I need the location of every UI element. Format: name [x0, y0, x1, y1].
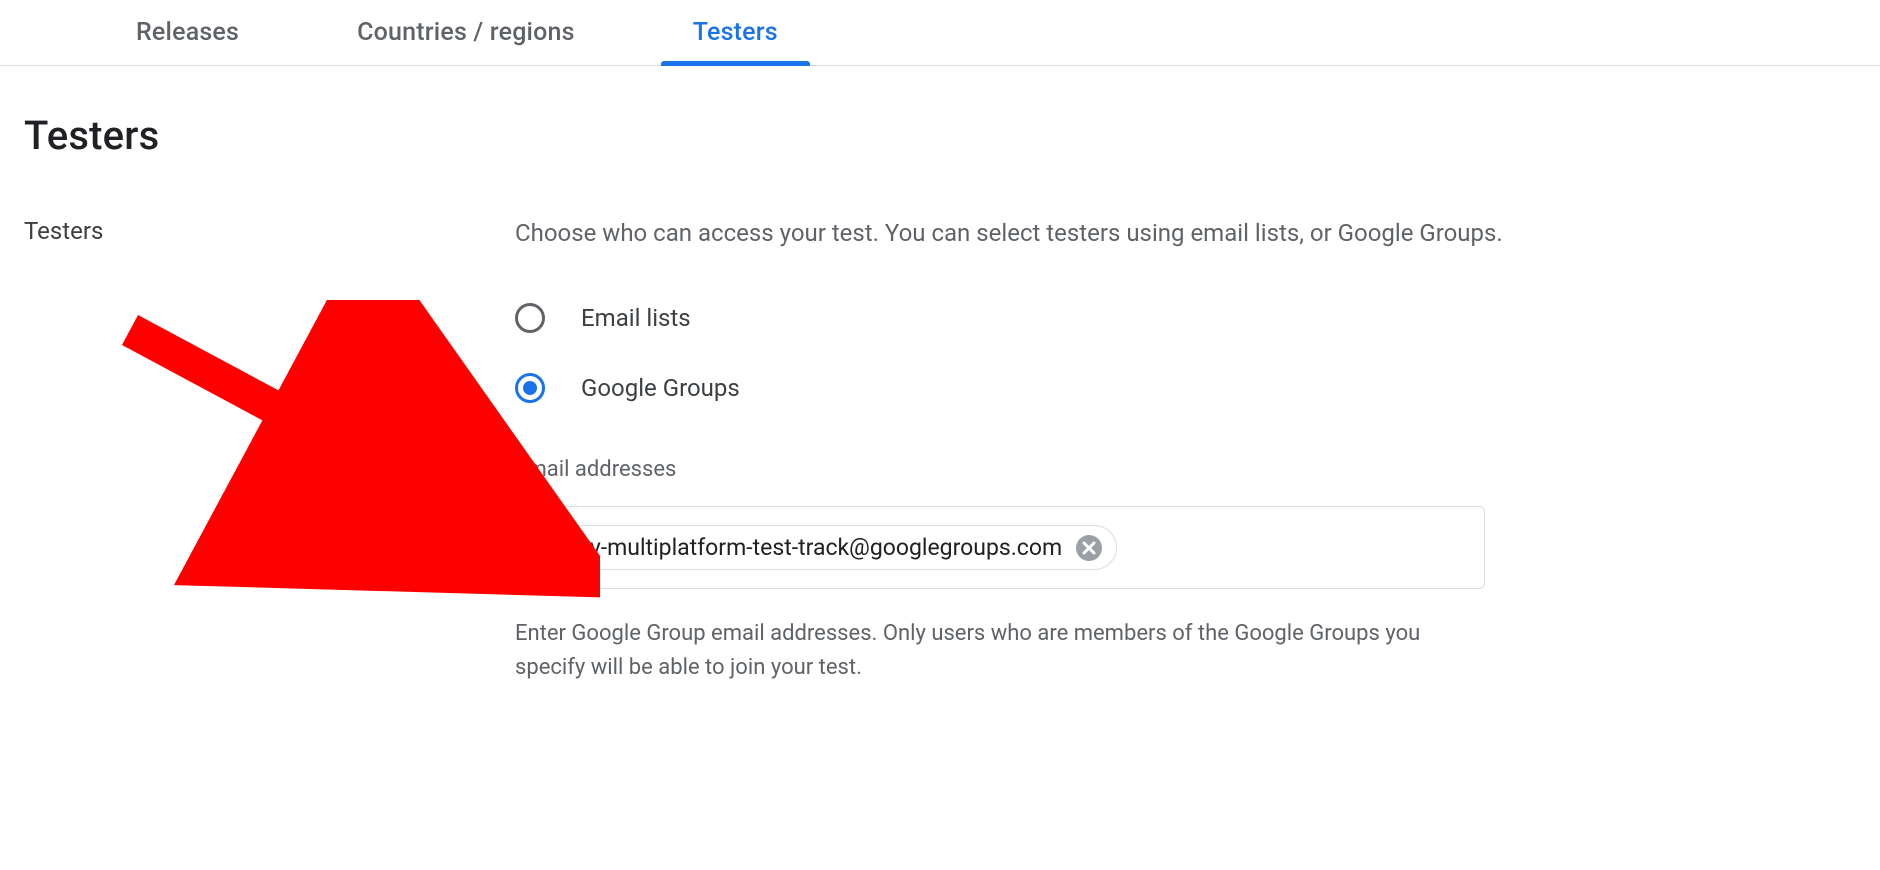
- radio-google-groups-label[interactable]: Google Groups: [581, 374, 740, 402]
- radio-google-groups[interactable]: [515, 373, 545, 403]
- tab-releases[interactable]: Releases: [100, 18, 275, 65]
- intro-text: Choose who can access your test. You can…: [515, 215, 1840, 251]
- tab-testers[interactable]: Testers: [657, 18, 814, 65]
- email-chip-text: play-multiplatform-test-track@googlegrou…: [559, 534, 1062, 561]
- tab-countries-regions[interactable]: Countries / regions: [321, 18, 611, 65]
- radio-email-lists[interactable]: [515, 303, 545, 333]
- close-icon: [1082, 534, 1096, 561]
- email-addresses-input[interactable]: play-multiplatform-test-track@googlegrou…: [515, 506, 1485, 589]
- tabs-bar: Releases Countries / regions Testers: [0, 0, 1880, 66]
- email-addresses-help: Enter Google Group email addresses. Only…: [515, 617, 1485, 685]
- radio-email-lists-label[interactable]: Email lists: [581, 304, 691, 332]
- email-addresses-label: Email addresses: [515, 457, 1840, 482]
- page-title: Testers: [24, 112, 1880, 159]
- section-label-testers: Testers: [0, 215, 515, 685]
- remove-chip-button[interactable]: [1076, 535, 1102, 561]
- email-chip: play-multiplatform-test-track@googlegrou…: [534, 525, 1117, 570]
